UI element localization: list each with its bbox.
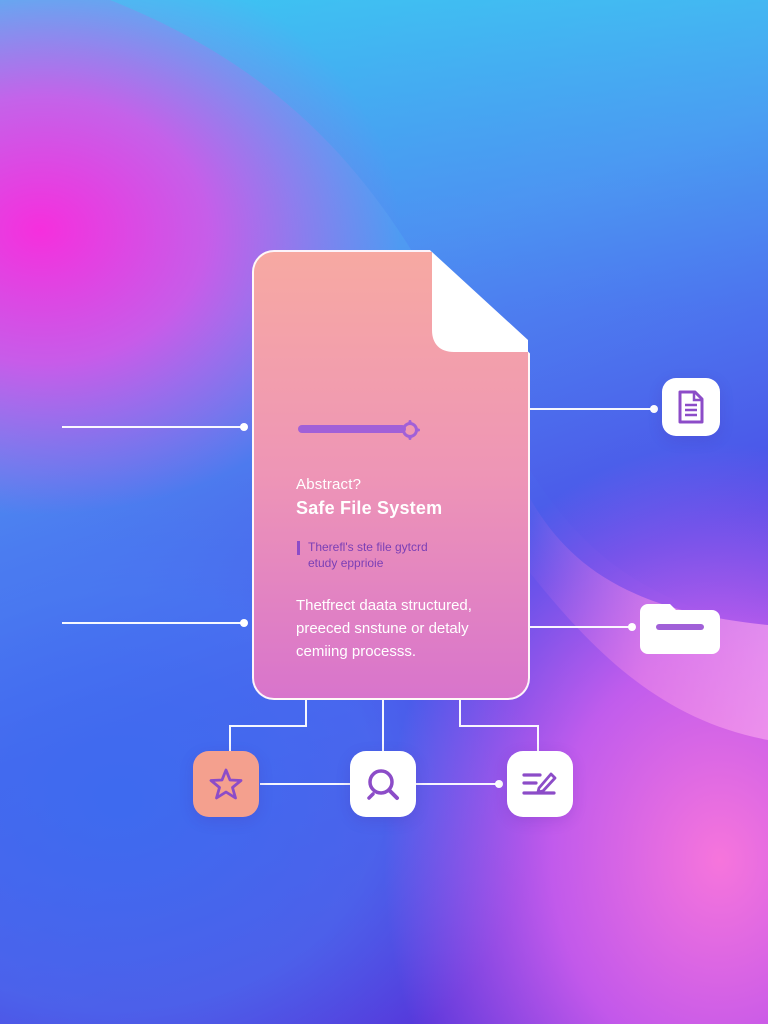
star-button[interactable] <box>193 751 259 817</box>
edit-button[interactable] <box>507 751 573 817</box>
card-body-line-1: Thetfrect daata structured, <box>296 597 472 614</box>
card-body-line-3: cemiing processs. <box>296 643 417 660</box>
card-subtitle: Abstract? <box>296 476 362 493</box>
quote-text-line-2: etudy epprioie <box>308 556 384 570</box>
quote-text-line-1: Therefl's ste file gytcrd <box>308 540 428 554</box>
card-body-line-2: preeced snstune or detaly <box>296 620 469 637</box>
document-tile[interactable] <box>662 378 720 436</box>
search-button[interactable] <box>350 751 416 817</box>
progress-slider[interactable] <box>298 425 406 433</box>
folder-icon[interactable] <box>640 600 720 654</box>
card-body: Thetfrect daata structured, preeced snst… <box>296 594 516 663</box>
document-icon <box>678 390 704 424</box>
document-fold-corner <box>432 252 528 352</box>
quote-marker <box>297 541 300 555</box>
search-icon <box>367 769 399 800</box>
card-title: Safe File System <box>296 498 443 518</box>
star-icon <box>209 768 243 800</box>
edit-list-icon <box>522 772 557 795</box>
gear-icon[interactable] <box>400 420 420 440</box>
